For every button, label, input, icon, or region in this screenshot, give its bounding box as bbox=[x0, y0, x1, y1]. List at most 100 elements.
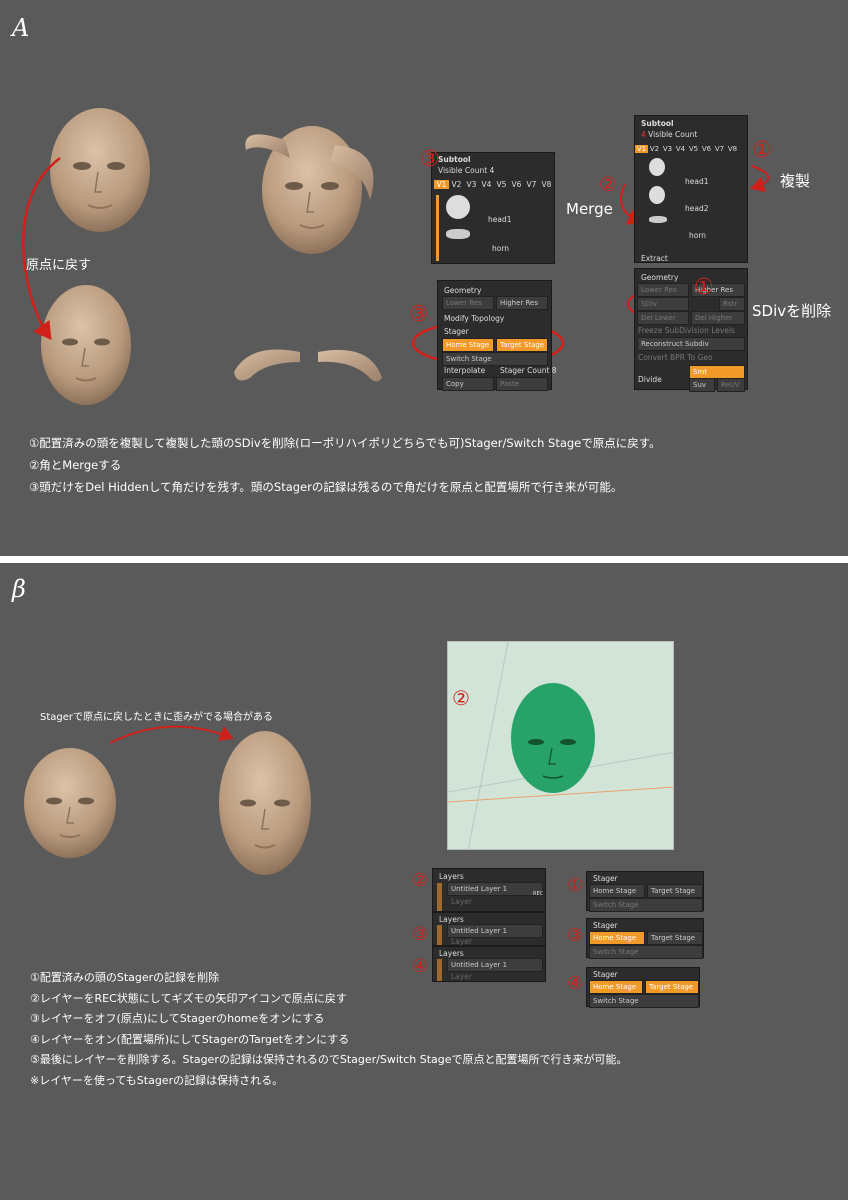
layers-title: Layers bbox=[439, 915, 464, 924]
merge-label: Merge bbox=[566, 200, 613, 218]
horns-only-illustration bbox=[234, 349, 382, 382]
switch-stage-button[interactable]: Switch Stage bbox=[589, 898, 703, 912]
layer-item[interactable]: Untitled Layer 1 bbox=[447, 958, 543, 972]
note-b-6: ※レイヤーを使ってもStagerの記録は保持される。 bbox=[30, 1074, 284, 1087]
subtool-item-head1[interactable]: head1 bbox=[488, 215, 512, 224]
stager-count-slider[interactable]: Stager Count 8 bbox=[500, 366, 557, 375]
home-stage-button[interactable]: Home Stage bbox=[442, 338, 494, 352]
marker-1-duplicate: ① bbox=[752, 138, 772, 163]
viewport-canvas bbox=[448, 642, 673, 849]
layers-marker-3: ④ bbox=[412, 956, 429, 977]
tab-v5[interactable]: V5 bbox=[687, 145, 700, 153]
switch-stage-button[interactable]: Switch Stage bbox=[589, 994, 699, 1008]
tab-v1[interactable]: V1 bbox=[635, 145, 648, 153]
stager-title: Stager bbox=[593, 970, 618, 979]
version-tabs-right: V1 V2 V3 V4 V5 V6 V7 V8 bbox=[635, 145, 739, 153]
head-origin-illustration bbox=[41, 285, 131, 405]
interpolate-slider[interactable]: Interpolate bbox=[444, 366, 485, 375]
convert-bpr-button[interactable]: Convert BPR To Geo bbox=[638, 353, 713, 362]
higher-res-button[interactable]: Higher Res bbox=[496, 296, 548, 310]
layer-item[interactable]: Untitled Layer 1 bbox=[447, 924, 543, 938]
switch-stage-button[interactable]: Switch Stage bbox=[589, 945, 703, 959]
del-higher-button[interactable]: Del Higher bbox=[691, 311, 745, 325]
head-stretched-illustration bbox=[219, 731, 311, 875]
stager-marker-2: ③ bbox=[567, 925, 584, 946]
layer-bar bbox=[437, 883, 442, 911]
layers-panel-2: Layers Untitled Layer 1 Layer bbox=[432, 912, 546, 946]
tab-v3[interactable]: V3 bbox=[464, 180, 479, 189]
rstr-button[interactable]: Rstr bbox=[719, 297, 745, 311]
viewport[interactable]: ② bbox=[447, 641, 674, 850]
head-thumbnail bbox=[446, 195, 470, 219]
tab-v2[interactable]: V2 bbox=[449, 180, 464, 189]
section-a-letter: A bbox=[12, 14, 30, 42]
subtool-item-head1[interactable]: head1 bbox=[685, 177, 709, 186]
tab-v6[interactable]: V6 bbox=[700, 145, 713, 153]
paste-button[interactable]: Paste bbox=[496, 377, 548, 391]
tab-v1[interactable]: V1 bbox=[434, 180, 449, 189]
stager-panel-1: Stager Home Stage Target Stage Switch St… bbox=[586, 871, 704, 912]
layer-bar bbox=[437, 925, 442, 945]
layer-sub: Layer bbox=[451, 972, 472, 981]
section-b-letter: β bbox=[12, 575, 26, 603]
target-stage-button[interactable]: Target Stage bbox=[645, 980, 699, 994]
head2-thumbnail bbox=[649, 186, 665, 204]
subtool-panel-left: Subtool Visible Count 4 V1 V2 V3 V4 V5 V6 V7 V8… bbox=[431, 152, 555, 264]
distortion-arrow bbox=[109, 725, 234, 744]
modify-topology[interactable]: Modify Topology bbox=[444, 314, 504, 323]
visible-count: Visible Count 4 bbox=[438, 166, 495, 175]
head-with-horns-illustration bbox=[245, 126, 374, 254]
suv-toggle[interactable]: Suv bbox=[689, 378, 715, 392]
lower-res-button[interactable]: Lower Res bbox=[637, 283, 689, 297]
sdiv-slider[interactable]: SDiv bbox=[637, 297, 689, 311]
duplicate-arrow bbox=[750, 165, 770, 193]
geometry-panel-left: Geometry Lower Res Higher Res Modify Top… bbox=[437, 280, 557, 391]
lower-res-button[interactable]: Lower Res bbox=[442, 296, 494, 310]
marker-2-merge: ② bbox=[599, 172, 617, 196]
distortion-label: Stagerで原点に戻したときに歪みがでる場合がある bbox=[40, 712, 274, 723]
del-lower-button[interactable]: Del Lower bbox=[637, 311, 689, 325]
tab-v3[interactable]: V3 bbox=[661, 145, 674, 153]
switch-stage-button[interactable]: Switch Stage bbox=[442, 352, 548, 366]
subtool-item-horn[interactable]: horn bbox=[492, 244, 509, 253]
subtool-title: Subtool bbox=[438, 155, 471, 164]
target-stage-button[interactable]: Target Stage bbox=[647, 884, 703, 898]
tab-v8[interactable]: V8 bbox=[726, 145, 739, 153]
section-b: β Stagerで原点に戻したときに歪みがでる場合がある ② Layers Un… bbox=[0, 563, 848, 1200]
subtool-item-horn[interactable]: horn bbox=[689, 231, 706, 240]
visible-count-number: 4 bbox=[641, 130, 646, 139]
copy-button[interactable]: Copy bbox=[442, 377, 494, 391]
marker-3-stager: ③ bbox=[409, 302, 429, 327]
subtool-item-head2[interactable]: head2 bbox=[685, 204, 709, 213]
note-b-5: ⑤最後にレイヤーを削除する。Stagerの記録は保持されるのでStager/Sw… bbox=[30, 1053, 628, 1066]
tab-v7[interactable]: V7 bbox=[713, 145, 726, 153]
subtool-title-right: Subtool bbox=[641, 119, 674, 128]
stager-marker-1: ① bbox=[567, 875, 584, 896]
smt-toggle[interactable]: Smt bbox=[689, 365, 745, 379]
tab-v8[interactable]: V8 bbox=[539, 180, 554, 189]
note-a-3: ③頭だけをDel Hiddenして角だけを残す。頭のStagerの記録は残るので… bbox=[29, 480, 623, 494]
home-stage-button[interactable]: Home Stage bbox=[589, 980, 643, 994]
home-stage-button[interactable]: Home Stage bbox=[589, 884, 645, 898]
reconstruct-subdiv-button[interactable]: Reconstruct Subdiv bbox=[637, 337, 745, 351]
tab-v4[interactable]: V4 bbox=[674, 145, 687, 153]
extract-button[interactable]: Extract bbox=[641, 254, 668, 263]
rec-badge[interactable]: REC bbox=[533, 891, 543, 897]
tab-v4[interactable]: V4 bbox=[479, 180, 494, 189]
tab-v6[interactable]: V6 bbox=[509, 180, 524, 189]
freeze-subdivision-button[interactable]: Freeze SubDivision Levels bbox=[638, 326, 735, 335]
target-stage-button[interactable]: Target Stage bbox=[496, 338, 548, 352]
selection-bar bbox=[436, 195, 439, 261]
target-stage-button[interactable]: Target Stage bbox=[647, 931, 703, 945]
layer-item[interactable]: Untitled Layer 1 bbox=[447, 882, 543, 896]
horn-thumbnail bbox=[446, 229, 470, 239]
stager-heading[interactable]: Stager bbox=[444, 327, 469, 336]
tab-v2[interactable]: V2 bbox=[648, 145, 661, 153]
viewport-marker: ② bbox=[452, 686, 470, 710]
divide-button[interactable]: Divide bbox=[638, 375, 662, 384]
tab-v7[interactable]: V7 bbox=[524, 180, 539, 189]
tab-v5[interactable]: V5 bbox=[494, 180, 509, 189]
home-stage-button[interactable]: Home Stage bbox=[589, 931, 645, 945]
note-b-1: ①配置済みの頭のStagerの記録を削除 bbox=[30, 971, 220, 984]
reuv-button[interactable]: ReUV bbox=[717, 378, 745, 392]
